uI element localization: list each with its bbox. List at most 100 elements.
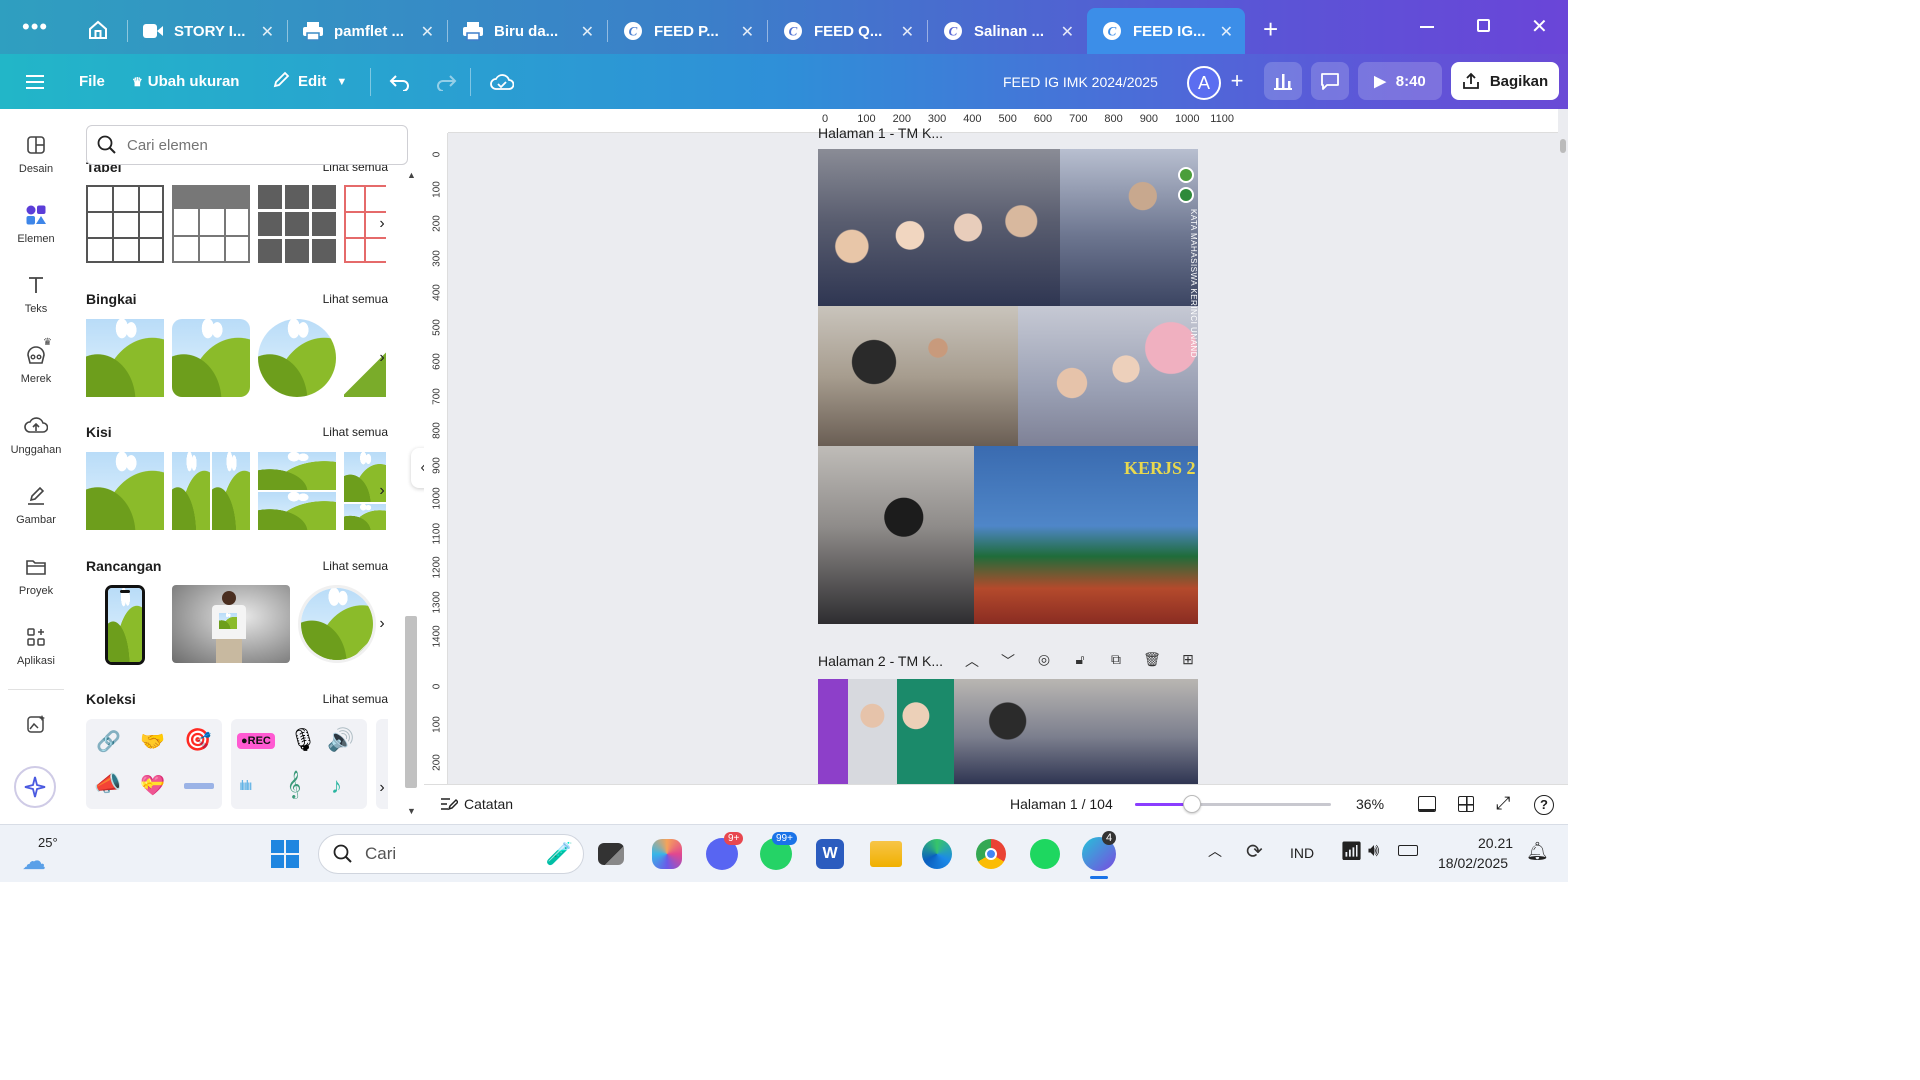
table-thumb-dark[interactable] [258, 185, 336, 263]
panel-scrollbar[interactable]: ▲ ▼ [404, 170, 418, 820]
chrome-icon[interactable] [976, 839, 1006, 869]
page-1[interactable]: KERJS 2 KATA MAHASISWA KERINCI UNAND [818, 149, 1198, 624]
present-button[interactable]: ▶ 8:40 [1358, 62, 1442, 100]
chevron-down-icon[interactable]: ﹀ [998, 651, 1018, 671]
chevron-right-icon[interactable]: › [371, 777, 393, 799]
show-hidden-icons[interactable]: ︿ [1208, 841, 1222, 861]
see-all-link[interactable]: Lihat semua [323, 559, 388, 573]
clock-time[interactable]: 20.21 [1478, 835, 1513, 851]
edit-button[interactable]: Edit ▼ [272, 54, 347, 109]
frame-rounded[interactable] [172, 319, 250, 397]
add-page-icon[interactable]: ⊞ [1178, 651, 1198, 671]
chevron-right-icon[interactable]: › [371, 347, 393, 369]
grid-view-icon[interactable] [1458, 796, 1474, 812]
photo-stage-kerjs[interactable]: KERJS 2 [974, 446, 1198, 624]
zoom-slider[interactable] [1135, 795, 1331, 813]
canvas-area[interactable]: Halaman 1 - TM K... KERJS 2 KATA MAHASIS… [424, 109, 1568, 784]
rail-item-brand[interactable]: ♛ Merek [0, 337, 72, 385]
wifi-icon[interactable]: 📶︎ [1340, 841, 1363, 862]
notes-button[interactable]: Catatan [440, 796, 513, 812]
chevron-right-icon[interactable]: › [371, 613, 393, 635]
table-thumb-header[interactable] [172, 185, 250, 263]
page-indicator[interactable]: Halaman 1 / 104 [1010, 796, 1113, 812]
notification-center-icon[interactable]: 🔔︎ [1526, 841, 1549, 862]
mockup-tshirt[interactable] [172, 585, 290, 663]
home-tab-icon[interactable] [86, 18, 110, 42]
chevron-up-icon[interactable]: ︿ [962, 651, 982, 671]
copilot-icon[interactable] [652, 839, 682, 869]
photo-speaker-fan[interactable] [818, 306, 1018, 446]
hamburger-menu-icon[interactable] [26, 54, 44, 109]
add-collaborator-icon[interactable]: + [1224, 68, 1250, 94]
zoom-percent[interactable]: 36% [1356, 796, 1384, 812]
rail-item-elements[interactable]: Elemen [0, 197, 72, 245]
start-button[interactable] [271, 840, 299, 868]
collection-audio[interactable]: ●REC 🎙 🔊 ılıılıı 𝄞 ♪ [231, 719, 367, 809]
new-tab-icon[interactable]: + [1263, 14, 1278, 45]
canva-app-icon[interactable]: 4 [1082, 831, 1117, 871]
grid-two-row[interactable] [258, 452, 336, 530]
tab-pamflet[interactable]: pamflet ... ✕ [288, 8, 446, 54]
redo-icon[interactable] [435, 54, 457, 109]
hide-icon[interactable]: ◎ [1034, 651, 1054, 671]
table-thumb-plain[interactable] [86, 185, 164, 263]
taskbar-search[interactable]: Cari 🧪 [318, 834, 584, 874]
battery-icon[interactable] [1398, 845, 1418, 856]
chevron-right-icon[interactable]: › [371, 480, 393, 502]
share-button[interactable]: Bagikan [1451, 62, 1559, 100]
search-input[interactable] [127, 136, 387, 154]
insights-button[interactable] [1264, 62, 1302, 100]
trash-icon[interactable]: 🗑︎ [1142, 651, 1162, 671]
photo-crowd-selfie[interactable] [818, 149, 1060, 306]
weather-widget[interactable]: ☁ 25° [22, 833, 68, 877]
minimize-icon[interactable] [1420, 26, 1434, 28]
see-all-link[interactable]: Lihat semua [323, 692, 388, 706]
rail-item-design[interactable]: Desain [0, 133, 72, 175]
element-search-field[interactable] [86, 125, 408, 165]
undo-icon[interactable] [389, 54, 411, 109]
photo-girls-flag[interactable] [818, 679, 954, 784]
volume-icon[interactable]: 🔊︎ [1368, 840, 1379, 861]
grid-single[interactable] [86, 452, 164, 530]
frame-square[interactable] [86, 319, 164, 397]
close-window-icon[interactable]: ✕ [1531, 14, 1548, 39]
photo-student-phone[interactable] [818, 446, 974, 624]
photo-cheering-crowd[interactable] [954, 679, 1198, 784]
sync-icon[interactable]: ⟳ [1246, 839, 1263, 864]
mockup-phone[interactable] [105, 585, 145, 665]
canvas-scrollbar[interactable] [1560, 139, 1566, 153]
duplicate-icon[interactable]: ⧉ [1106, 651, 1126, 671]
tab-feed-ig-active[interactable]: C FEED IG... ✕ [1087, 8, 1245, 54]
page-2[interactable] [818, 679, 1198, 784]
cloud-saved-icon[interactable] [490, 54, 514, 109]
tab-salinan[interactable]: C Salinan ... ✕ [928, 8, 1086, 54]
magic-media-icon[interactable] [0, 712, 72, 742]
close-tab-icon[interactable]: ✕ [901, 22, 914, 42]
page-view-icon[interactable] [1418, 796, 1436, 812]
close-tab-icon[interactable]: ✕ [1220, 22, 1233, 42]
chevron-right-icon[interactable]: › [371, 213, 393, 235]
photo-friends-hijab[interactable] [1018, 306, 1198, 446]
scroll-thumb[interactable] [405, 616, 417, 788]
document-title[interactable]: FEED IG IMK 2024/2025 [1003, 54, 1158, 109]
edge-icon[interactable] [922, 839, 952, 869]
scroll-up-icon[interactable]: ▲ [407, 170, 416, 180]
lock-icon[interactable]: 🔓︎ [1070, 651, 1090, 671]
avatar[interactable]: A [1187, 66, 1221, 100]
input-language[interactable]: IND [1290, 845, 1314, 861]
tab-biru[interactable]: Biru da... ✕ [448, 8, 606, 54]
resize-button[interactable]: ♛ Ubah ukuran [132, 54, 239, 109]
collection-business[interactable]: 🔗 🤝 🎯 📣 💝 [86, 719, 222, 809]
page1-title[interactable]: Halaman 1 - TM K... [818, 125, 943, 141]
menu-dots-icon[interactable]: ••• [22, 16, 48, 38]
task-view-icon[interactable] [598, 843, 624, 865]
tab-feed-p[interactable]: C FEED P... ✕ [608, 8, 766, 54]
file-menu-button[interactable]: File [79, 54, 105, 109]
file-explorer-icon[interactable] [870, 841, 902, 867]
rail-item-text[interactable]: Teks [0, 273, 72, 315]
frame-circle[interactable] [258, 319, 336, 397]
zoom-slider-thumb[interactable] [1182, 795, 1201, 813]
close-tab-icon[interactable]: ✕ [421, 22, 434, 42]
clock-date[interactable]: 18/02/2025 [1438, 855, 1508, 871]
tab-story[interactable]: STORY I... ✕ [128, 8, 286, 54]
